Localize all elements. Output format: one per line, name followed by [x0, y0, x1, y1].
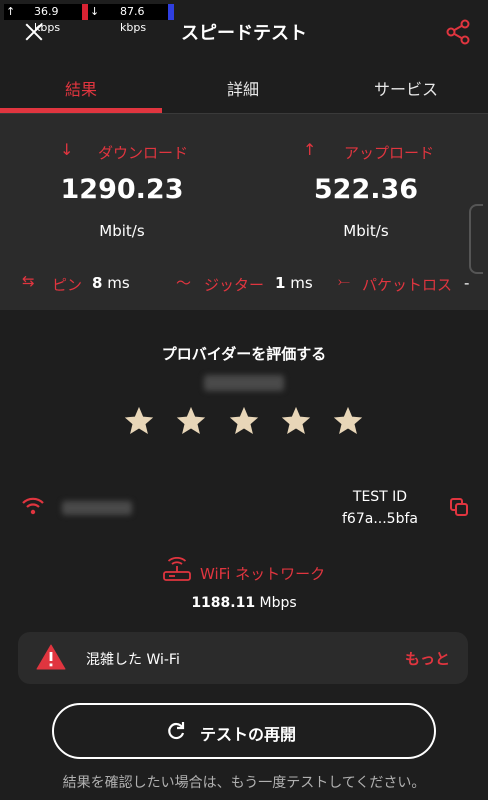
tab-bar: 結果 詳細 サービス [0, 60, 488, 114]
network-name-blurred [62, 501, 132, 515]
star-1-icon[interactable] [122, 404, 156, 438]
ping-value: 8 ms [92, 274, 130, 292]
restart-test-label: テストの再開 [200, 725, 297, 744]
download-arrow-icon: ↓ [90, 5, 100, 18]
network-type-label: WiFi ネットワーク [200, 565, 326, 583]
restart-test-button[interactable]: テストの再開 [52, 703, 436, 759]
copy-icon[interactable] [450, 498, 468, 516]
download-arrow-icon: ↓ [60, 140, 74, 159]
jitter-value: 1 ms [275, 274, 313, 292]
tab-details[interactable]: 詳細 [162, 76, 324, 100]
download-unit: Mbit/s [99, 222, 145, 240]
download-value: 1290.23 [60, 174, 184, 205]
upload-value: 522.36 [313, 174, 419, 205]
router-icon [163, 557, 191, 581]
page-title: スピードテスト [181, 23, 307, 44]
warning-icon [36, 644, 66, 670]
alert-more-link[interactable]: もっと [405, 648, 450, 669]
star-4-icon[interactable] [279, 404, 313, 438]
footnote-text: 結果を確認したい場合は、もう一度テストしてください。 [62, 775, 426, 791]
star-5-icon[interactable] [331, 404, 365, 438]
upload-arrow-icon: ↑ [303, 140, 317, 159]
star-3-icon[interactable] [227, 404, 261, 438]
refresh-icon [168, 722, 185, 740]
alert-text: 混雑した Wi-Fi [86, 652, 180, 668]
wifi-icon [22, 497, 44, 515]
star-2-icon[interactable] [174, 404, 208, 438]
upload-arrow-icon: ↑ [6, 5, 16, 18]
download-rate-indicator: ↓ 87.6 kbps [88, 4, 174, 34]
packet-loss-label: パケットロス [362, 276, 453, 294]
ping-label: ピン [52, 276, 83, 294]
jitter-label: ジッター [204, 276, 265, 294]
results-panel: ↓ ダウンロード 1290.23 Mbit/s ↑ アップロード 522.36 … [0, 114, 488, 310]
share-icon[interactable] [444, 18, 472, 46]
upload-rate-indicator: ↑ 36.9 kbps [4, 4, 88, 34]
congestion-alert[interactable]: 混雑した Wi-Fi もっと [18, 632, 468, 684]
tab-results[interactable]: 結果 [0, 76, 162, 100]
ping-icon: ⇆ [22, 272, 35, 290]
upload-label: アップロード [344, 144, 435, 162]
test-id-label: TEST ID [352, 489, 408, 505]
rate-provider-title: プロバイダーを評価する [161, 345, 327, 363]
test-id-value: f67a...5bfa [342, 511, 418, 527]
packet-loss-icon: ⤚ [338, 272, 351, 290]
network-speed: 1188.11 Mbps [191, 595, 297, 611]
provider-name-blurred [204, 375, 284, 391]
upload-unit: Mbit/s [343, 222, 389, 240]
download-rate-bar [168, 4, 174, 20]
download-label: ダウンロード [98, 144, 189, 162]
tab-services[interactable]: サービス [324, 76, 488, 100]
jitter-icon: 〜 [176, 274, 192, 292]
side-drawer-handle[interactable] [469, 204, 483, 274]
packet-loss-value: - [464, 274, 470, 292]
